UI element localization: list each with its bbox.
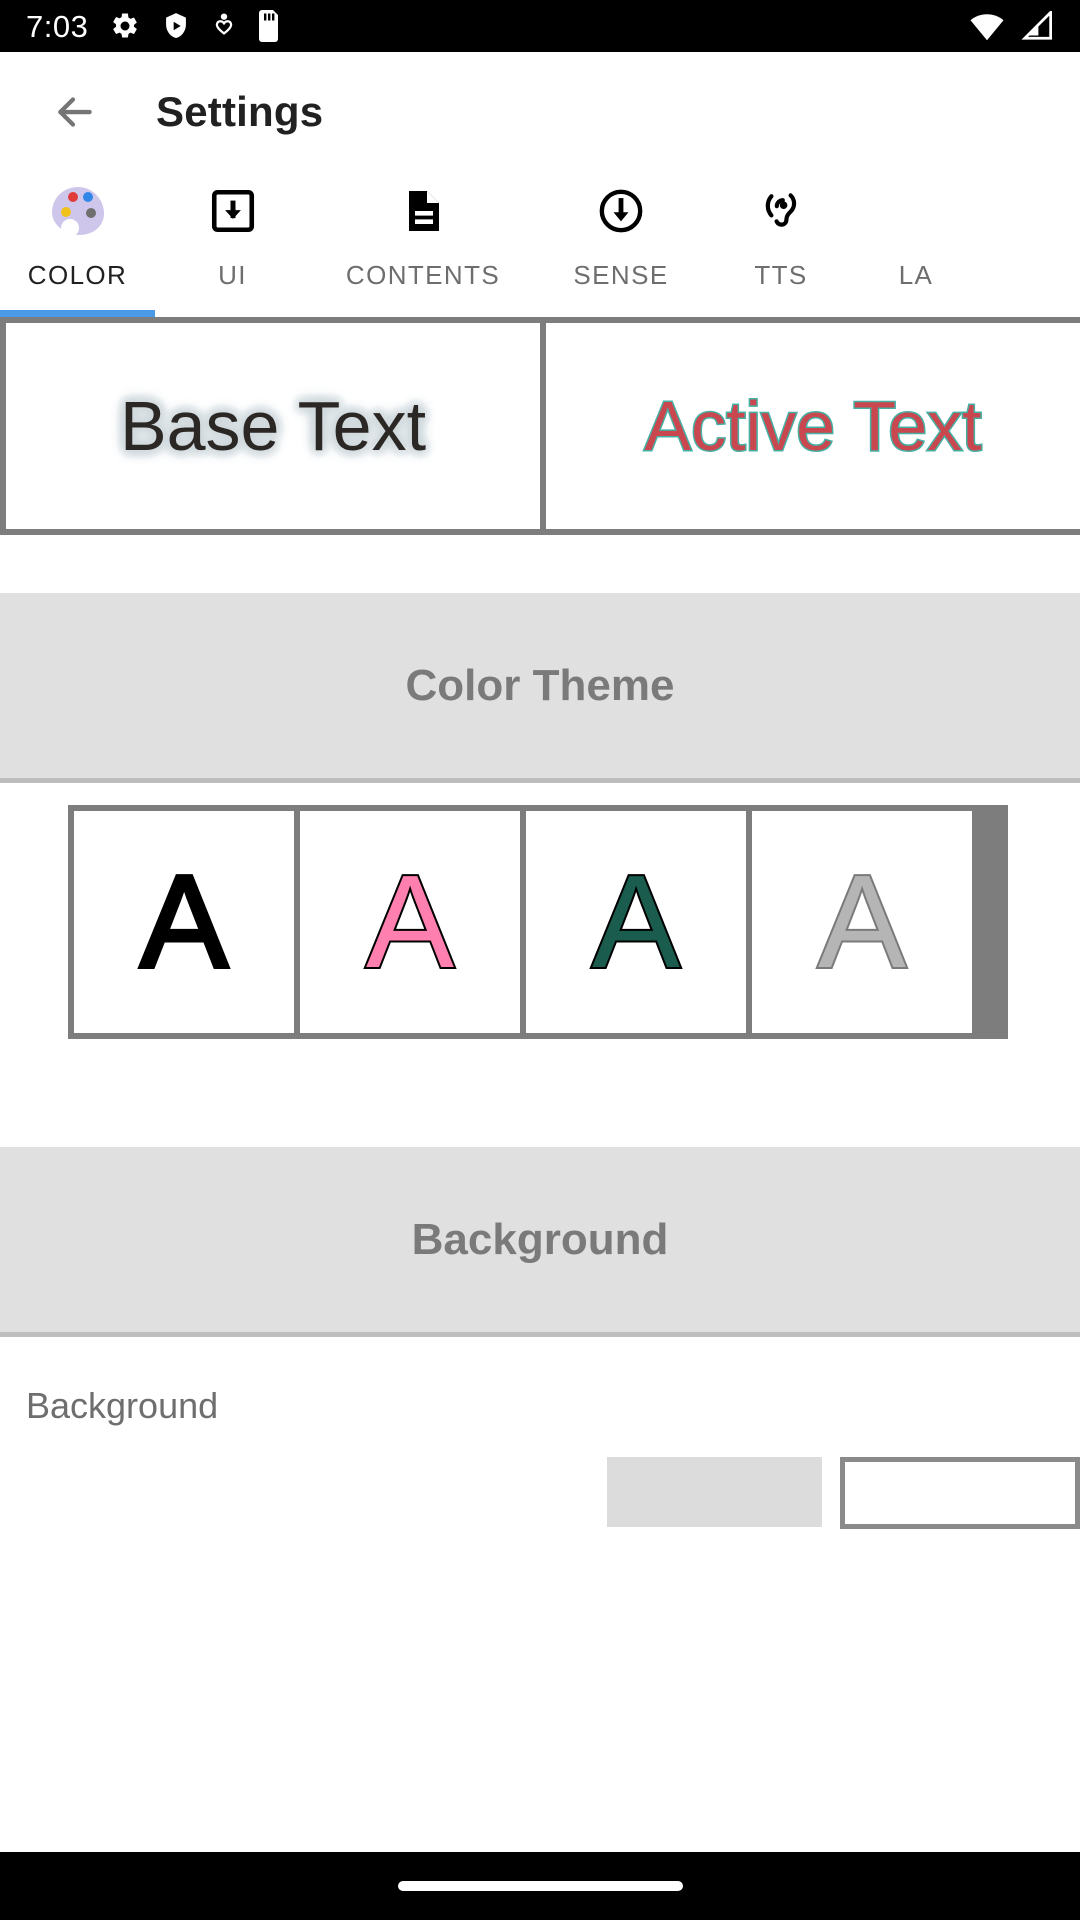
tab-bar[interactable]: COLOR UI CONTENTS SENSE TTS LA (0, 172, 1080, 317)
color-theme-title: Color Theme (405, 660, 675, 710)
spacer-after-swatches (0, 1039, 1080, 1147)
theme-swatch-3[interactable]: A (526, 811, 746, 1033)
theme-swatch-letter: A (364, 848, 456, 995)
base-text-preview-card[interactable]: Base Text (6, 323, 540, 529)
active-tab-indicator (0, 310, 155, 317)
active-text-preview-card[interactable]: Active Text (546, 323, 1080, 529)
ear-hearing-icon (757, 180, 805, 242)
home-indicator[interactable] (397, 1881, 683, 1891)
section-header-color-theme: Color Theme (0, 593, 1080, 778)
background-swatch-white[interactable] (840, 1457, 1080, 1529)
color-theme-swatch-area: A A A A (0, 783, 1080, 1039)
circle-download-icon (596, 180, 646, 242)
page-title: Settings (156, 88, 324, 135)
theme-swatch-letter: A (590, 848, 682, 995)
shield-play-icon (166, 13, 187, 39)
tab-sense[interactable]: SENSE (536, 180, 706, 291)
document-icon (399, 180, 447, 242)
wifi-icon (970, 14, 1004, 41)
sd-card-icon (259, 10, 279, 42)
theme-swatch-1[interactable]: A (74, 811, 294, 1033)
download-box-icon (208, 180, 258, 242)
status-bar-left: 7:03 (26, 10, 282, 42)
active-text-sample: Active Text (643, 386, 983, 467)
base-text-sample: Base Text (119, 387, 427, 465)
tab-label-color: COLOR (27, 260, 128, 290)
text-preview-row: Base Text Active Text (0, 317, 1080, 535)
tab-label-ui: UI (218, 260, 247, 290)
back-button[interactable] (38, 75, 112, 149)
cell-signal-icon (1021, 11, 1052, 40)
theme-swatch-letter: A (138, 848, 230, 995)
app-bar: Settings (0, 52, 1080, 172)
status-bar-right (968, 11, 1054, 41)
tab-tts[interactable]: TTS (706, 180, 856, 291)
background-row-label: Background (0, 1337, 1080, 1427)
background-swatch-grey[interactable] (607, 1457, 822, 1527)
theme-swatch-4[interactable]: A (752, 811, 972, 1033)
theme-swatch-letter: A (816, 848, 908, 995)
tab-label-contents: CONTENTS (345, 260, 501, 290)
spacer-after-preview (0, 535, 1080, 593)
background-title: Background (411, 1214, 669, 1264)
arrow-left-icon (58, 97, 92, 127)
color-theme-swatch-row[interactable]: A A A A (68, 805, 1008, 1039)
palette-icon (51, 180, 104, 242)
gear-icon (113, 13, 138, 38)
background-controls-row (0, 1457, 1080, 1529)
status-clock: 7:03 (26, 8, 89, 44)
tab-contents[interactable]: CONTENTS (310, 180, 536, 291)
tab-label-tts: TTS (754, 260, 808, 290)
section-header-background: Background (0, 1147, 1080, 1332)
tab-color[interactable]: COLOR (0, 180, 155, 291)
status-bar: 7:03 (0, 0, 1080, 52)
tab-label-partial: LA (898, 260, 934, 290)
tab-layout-partial[interactable]: LA (856, 180, 976, 291)
tab-ui[interactable]: UI (155, 180, 310, 291)
tab-label-sense: SENSE (573, 260, 669, 290)
system-nav-bar (0, 1852, 1080, 1920)
person-heart-icon (216, 13, 233, 35)
theme-swatch-2[interactable]: A (300, 811, 520, 1033)
